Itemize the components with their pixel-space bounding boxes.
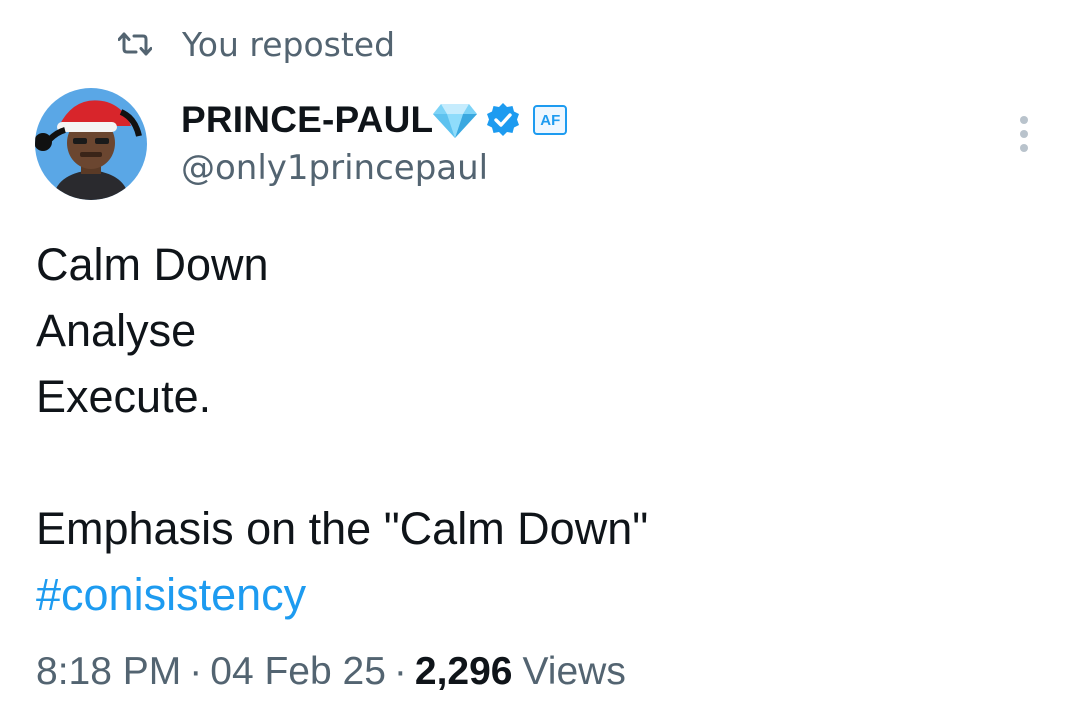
hashtag-link[interactable]: #conisistency — [36, 562, 1036, 628]
display-name[interactable]: PRINCE-PAUL — [181, 99, 433, 141]
repost-label: You reposted — [182, 24, 396, 64]
author-name-row: PRINCE-PAUL AF — [181, 96, 568, 144]
views-label: Views — [522, 650, 626, 693]
more-options-icon[interactable] — [1005, 112, 1043, 156]
separator: · — [393, 650, 407, 693]
verified-badge-icon[interactable] — [485, 102, 521, 138]
views-count: 2,296 — [414, 650, 513, 693]
tweet-line: Emphasis on the "Calm Down" — [36, 503, 649, 554]
tweet-line: Calm Down — [36, 239, 269, 290]
author-handle[interactable]: @only1princepaul — [181, 148, 488, 188]
tweet-date[interactable]: 04 Feb 25 — [210, 650, 386, 694]
diamond-icon — [433, 104, 478, 138]
affiliate-badge[interactable]: AF — [533, 105, 568, 135]
tweet-text: Calm Down Analyse Execute. Emphasis on t… — [36, 232, 1036, 628]
separator: · — [189, 650, 203, 693]
tweet-time[interactable]: 8:18 PM — [36, 650, 181, 694]
avatar[interactable] — [35, 88, 147, 200]
tweet-line: Analyse — [36, 305, 197, 356]
tweet-meta: 8:18 PM · 04 Feb 25 · 2,296 Views — [36, 644, 626, 700]
tweet-line — [36, 430, 1036, 496]
repost-indicator: You reposted — [118, 24, 395, 64]
tweet-line: Execute. — [36, 371, 212, 422]
repost-icon — [118, 32, 152, 56]
